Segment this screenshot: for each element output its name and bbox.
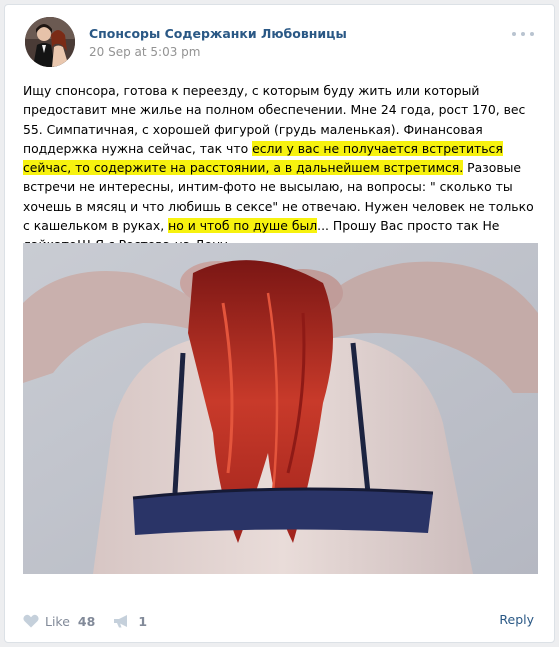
like-button[interactable]: Like 48 <box>23 614 95 629</box>
more-dots-icon[interactable] <box>512 31 534 37</box>
post-date[interactable]: 20 Sep at 5:03 pm <box>89 45 200 59</box>
like-count: 48 <box>77 613 96 629</box>
wall-post: Спонсоры Содержанки Любовницы 20 Sep at … <box>4 4 555 643</box>
share-count: 1 <box>138 613 148 629</box>
more-dot <box>521 32 525 36</box>
post-author[interactable]: Спонсоры Содержанки Любовницы <box>89 26 347 41</box>
avatar[interactable] <box>25 17 75 67</box>
more-dot <box>530 32 534 36</box>
highlighted-text: но и чтоб по душе был <box>168 218 318 234</box>
more-dot <box>512 32 516 36</box>
post-photo[interactable] <box>23 243 538 574</box>
post-actions: Like 48 1 <box>23 611 165 631</box>
post-text: Ищу спонсора, готова к переезду, с котор… <box>23 81 538 255</box>
like-label: Like <box>45 613 70 629</box>
heart-icon <box>23 614 39 628</box>
reply-link[interactable]: Reply <box>499 612 534 627</box>
megaphone-icon <box>114 615 128 628</box>
share-button[interactable]: 1 <box>113 614 147 629</box>
